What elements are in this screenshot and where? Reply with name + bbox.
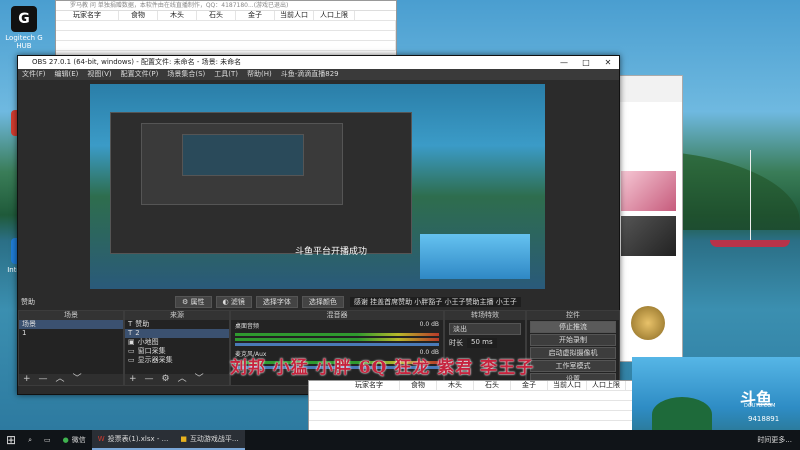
taskbar: ⊞ ⌕ ▭ ● 微信 W 投票表(1).xlsx - ... ■ 互动游戏战平.… (0, 430, 800, 450)
source-item[interactable]: ▭ 显示器采集 (125, 356, 229, 365)
minimize-icon[interactable]: — (553, 56, 575, 69)
menu-edit[interactable]: 编辑(E) (55, 69, 79, 80)
source-item[interactable]: T 赞助 (125, 320, 229, 329)
room-number: 9418891 (748, 415, 780, 423)
volume-meter (235, 338, 439, 341)
excel-header-row: 玩家名字 食物 木头 石头 金子 当前人口 人口上限 (56, 11, 396, 21)
source-item[interactable]: T2 (125, 329, 229, 338)
volume-meter (235, 333, 439, 336)
text-icon: T (128, 329, 133, 337)
close-icon[interactable]: ✕ (597, 56, 619, 69)
boat-wallpaper (710, 240, 790, 247)
start-recording-button[interactable]: 开始录制 (530, 334, 616, 346)
menu-profile[interactable]: 配置文件(P) (121, 69, 159, 80)
obs-window[interactable]: OBS 27.0.1 (64-bit, windows) - 配置文件: 未命名… (17, 55, 620, 395)
select-font-button[interactable]: 选择字体 (255, 296, 298, 308)
streamer-thumbnail[interactable] (621, 171, 676, 211)
streamer-thumbnail[interactable] (621, 216, 676, 256)
excel-window-bottom[interactable]: 玩家名字 食物 木头 石头 金子 当前人口 人口上限 (308, 380, 635, 432)
sources-dock: 来源 T 赞助 T2 ▣ 小地图 ▭ 窗口采集 ▭ 显示器采集 + — ⚙ ︿ ﹀ (124, 310, 230, 386)
preview-banner: 斗鱼平台开播成功 (295, 247, 368, 257)
side-text: 时间更多... (757, 436, 792, 444)
add-icon[interactable]: + (129, 374, 137, 385)
excel-window-top[interactable]: 罗马教 问 单独捐赠数据，本软件由在线直播制作，QQ：4187180...(游戏… (55, 0, 397, 60)
obs-source-toolbar: 赞助 ⚙ 属性 ◐ 滤镜 选择字体 选择颜色 感谢 挂盖首席赞助 小胖豁子 小王… (18, 296, 619, 308)
menu-help[interactable]: 帮助(H) (247, 69, 272, 80)
controls-dock: 控件 停止推流 开始录制 启动虚拟摄像机 工作室模式 设置 (526, 310, 620, 386)
windows-icon: ⊞ (6, 433, 17, 447)
add-icon[interactable]: + (23, 374, 31, 385)
window-icon: ▭ (128, 347, 135, 355)
task-view-button[interactable]: ▭ (38, 430, 57, 450)
wps-icon: W (97, 435, 105, 443)
palm-tree-graphic (652, 397, 712, 430)
start-virtual-camera-button[interactable]: 启动虚拟摄像机 (530, 347, 616, 359)
menu-view[interactable]: 视图(V) (87, 69, 111, 80)
select-color-button[interactable]: 选择颜色 (301, 296, 344, 308)
sponsor-names-overlay: 刘邦 小猛 小胖 6Q 狂龙 紫君 李王子 (230, 358, 535, 378)
scene-item[interactable]: 1 (19, 329, 123, 338)
taskbar-app-excel[interactable]: W 投票表(1).xlsx - ... (91, 430, 175, 450)
studio-mode-button[interactable]: 工作室模式 (530, 360, 616, 372)
maximize-icon[interactable]: □ (575, 56, 597, 69)
text-icon: T (128, 320, 133, 328)
filters-button[interactable]: ◐ 滤镜 (215, 296, 252, 308)
source-item[interactable]: ▣ 小地图 (125, 338, 229, 347)
remove-icon[interactable]: — (145, 374, 154, 385)
selected-source-label: 赞助 (21, 298, 35, 306)
volume-slider[interactable] (235, 343, 439, 346)
menu-file[interactable]: 文件(F) (22, 69, 46, 80)
douyu-side-panel[interactable] (616, 75, 683, 362)
taskbar-app-game[interactable]: ■ 互动游戏战平... (174, 430, 245, 450)
taskbar-app-wechat[interactable]: ● 微信 (57, 430, 92, 450)
scenes-dock: 场景 场景 1 + — ︿ ﹀ (18, 310, 124, 386)
scene-item[interactable]: 场景 (19, 320, 123, 329)
logitech-g-icon: G (11, 6, 37, 32)
excel-header-row: 玩家名字 食物 木头 石头 金子 当前人口 人口上限 (309, 381, 634, 391)
menu-douyu[interactable]: 斗鱼-滴滴直播829 (281, 69, 339, 80)
menu-scene-collection[interactable]: 场景集合(S) (167, 69, 205, 80)
duration-input[interactable]: 50 ms (467, 338, 497, 348)
transition-select[interactable]: 淡出 (449, 323, 521, 335)
image-icon: ▣ (128, 338, 135, 346)
wechat-icon: ● (62, 436, 69, 444)
task-view-icon: ▭ (43, 436, 51, 444)
badge-icon (631, 306, 665, 340)
desktop-icon-ghub[interactable]: G Logitech G HUB (2, 6, 46, 50)
obs-preview[interactable]: 斗鱼平台开播成功 (90, 84, 545, 289)
up-icon[interactable]: ︿ (56, 374, 65, 385)
obs-titlebar: OBS 27.0.1 (64-bit, windows) - 配置文件: 未命名… (18, 56, 619, 69)
down-icon[interactable]: ﹀ (73, 374, 82, 385)
start-button[interactable]: ⊞ (0, 430, 22, 450)
search-icon: ⌕ (28, 435, 32, 444)
monitor-icon: ▭ (128, 356, 135, 364)
source-item[interactable]: ▭ 窗口采集 (125, 347, 229, 356)
obs-menubar: 文件(F) 编辑(E) 视图(V) 配置文件(P) 场景集合(S) 工具(T) … (18, 69, 619, 80)
gear-icon[interactable]: ⚙ (162, 374, 170, 385)
search-button[interactable]: ⌕ (22, 430, 38, 450)
text-source-input[interactable]: 感谢 挂盖首席赞助 小胖豁子 小王子赞助主播 小王子 (349, 297, 521, 307)
douyu-preview-tile (420, 234, 530, 279)
excel-title: 罗马教 问 单独捐赠数据，本软件由在线直播制作，QQ：4187180...(游戏… (56, 1, 396, 11)
folder-icon: ■ (180, 435, 187, 443)
down-icon[interactable]: ﹀ (195, 374, 204, 385)
menu-tools[interactable]: 工具(T) (214, 69, 238, 80)
douyu-live-tile: 斗鱼 DOUYU.COM 9418891 (632, 357, 800, 430)
up-icon[interactable]: ︿ (178, 374, 187, 385)
remove-icon[interactable]: — (39, 374, 48, 385)
properties-button[interactable]: ⚙ 属性 (175, 296, 212, 308)
stop-streaming-button[interactable]: 停止推流 (530, 321, 616, 333)
nested-obs-preview (110, 112, 412, 254)
